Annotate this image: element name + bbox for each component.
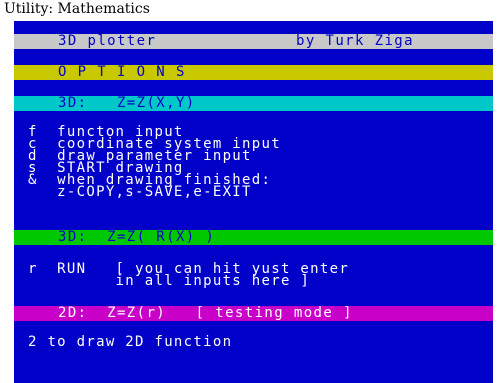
window-caption: Utility: Mathematics	[4, 1, 150, 17]
mode-3d-r-bar: 3D: Z=Z( R(X) )	[14, 230, 493, 245]
menu-item-copy-save-exit[interactable]: z-COPY,s-SAVE,e-EXIT	[28, 185, 252, 199]
mode-3d-xy-bar: 3D: Z=Z(X,Y)	[14, 96, 493, 111]
mode-3d-r-label: 3D: Z=Z( R(X) )	[58, 230, 216, 245]
mode-3d-xy-label: 3D: Z=Z(X,Y)	[58, 96, 196, 111]
run-hint-line: in all inputs here ]	[28, 273, 311, 289]
mode-2d-label: 2D: Z=Z(r) [ testing mode ]	[58, 306, 353, 321]
mode-2d-bar: 2D: Z=Z(r) [ testing mode ]	[14, 306, 493, 321]
options-bar: O P T I O N S	[14, 65, 493, 80]
menu-item-draw-2d[interactable]: 2 to draw 2D function	[28, 335, 232, 349]
title-bar: 3D plotter by Turk Ziga	[14, 34, 493, 49]
spectrum-screen: 3D plotter by Turk Ziga O P T I O N S 3D…	[14, 21, 493, 383]
options-heading: O P T I O N S	[58, 65, 186, 80]
author-credit: by Turk Ziga	[296, 34, 414, 49]
app-title: 3D plotter	[58, 34, 157, 49]
